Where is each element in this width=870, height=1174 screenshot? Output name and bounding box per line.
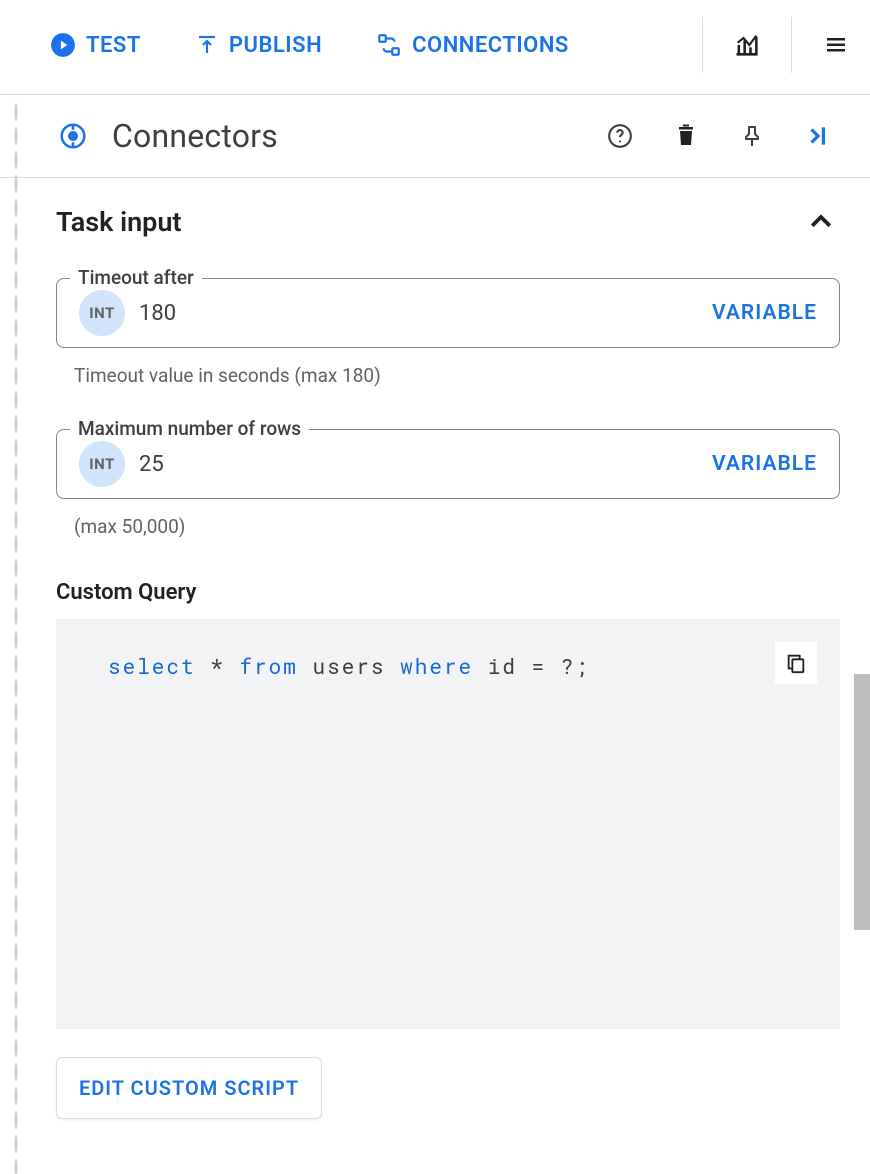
query-token-rest: id = ?;: [488, 652, 590, 680]
custom-query-box: select * from users where id = ?;: [56, 619, 840, 1029]
query-token-from: from: [239, 652, 297, 680]
custom-query-label: Custom Query: [56, 580, 840, 605]
test-label: TEST: [86, 33, 141, 58]
pin-icon[interactable]: [738, 122, 766, 150]
scrollbar-thumb[interactable]: [854, 674, 870, 930]
chart-icon[interactable]: [733, 31, 761, 59]
maxrows-field-wrap: Maximum number of rows INT 25 VARIABLE: [56, 429, 840, 499]
section-header[interactable]: Task input: [56, 198, 840, 258]
int-type-badge: INT: [79, 290, 125, 336]
copy-icon: [785, 652, 807, 674]
query-token-where: where: [400, 652, 473, 680]
maxrows-value[interactable]: 25: [139, 452, 712, 477]
panel-title: Connectors: [112, 117, 278, 155]
menu-icon[interactable]: [822, 33, 850, 57]
maxrows-hint: (max 50,000): [74, 515, 840, 538]
timeout-value[interactable]: 180: [139, 301, 712, 326]
panel-header: Connectors: [0, 95, 870, 178]
toolbar-divider: [702, 17, 703, 73]
test-button[interactable]: TEST: [36, 22, 155, 68]
query-token-select: select: [108, 652, 196, 680]
panel-body: Task input Timeout after INT 180 VARIABL…: [0, 178, 870, 1139]
timeout-hint: Timeout value in seconds (max 180): [74, 364, 840, 387]
connections-icon: [376, 32, 402, 58]
collapse-right-icon[interactable]: [804, 122, 832, 150]
play-circle-icon: [50, 32, 76, 58]
timeout-legend: Timeout after: [70, 266, 202, 289]
toolbar-divider-2: [791, 17, 792, 73]
maxrows-legend: Maximum number of rows: [70, 417, 309, 440]
edit-custom-script-label: EDIT CUSTOM SCRIPT: [79, 1076, 299, 1100]
help-icon[interactable]: [606, 122, 634, 150]
connector-node-icon: [58, 121, 88, 151]
timeout-field-wrap: Timeout after INT 180 VARIABLE: [56, 278, 840, 348]
delete-icon[interactable]: [672, 122, 700, 150]
top-toolbar: TEST PUBLISH CONNECTIONS: [0, 0, 870, 90]
publish-button[interactable]: PUBLISH: [181, 23, 336, 68]
copy-button[interactable]: [774, 641, 818, 685]
publish-label: PUBLISH: [229, 33, 322, 58]
connections-label: CONNECTIONS: [412, 33, 569, 58]
query-token-star: *: [210, 652, 225, 680]
timeout-variable-button[interactable]: VARIABLE: [712, 301, 817, 325]
chevron-up-icon[interactable]: [806, 207, 836, 237]
int-type-badge-2: INT: [79, 441, 125, 487]
query-token-table: users: [312, 652, 385, 680]
upload-icon: [195, 33, 219, 57]
connections-button[interactable]: CONNECTIONS: [362, 22, 583, 68]
maxrows-variable-button[interactable]: VARIABLE: [712, 452, 817, 476]
edit-custom-script-button[interactable]: EDIT CUSTOM SCRIPT: [56, 1057, 322, 1119]
section-title: Task input: [56, 206, 182, 238]
